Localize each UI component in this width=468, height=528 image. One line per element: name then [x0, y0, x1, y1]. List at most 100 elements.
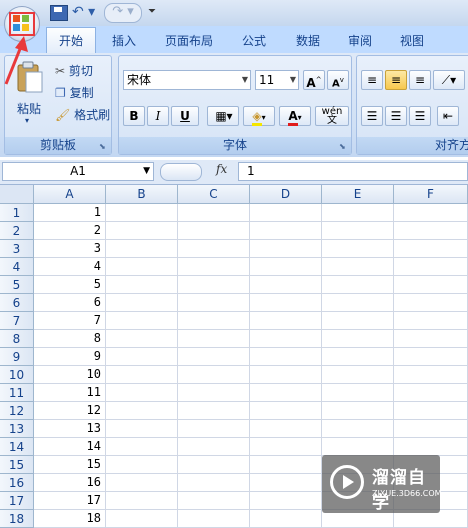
- row-header[interactable]: 6: [0, 294, 34, 312]
- cell[interactable]: [106, 222, 178, 240]
- font-name-select[interactable]: 宋体 ▼: [123, 70, 251, 90]
- decrease-indent-button[interactable]: ⇤: [437, 106, 459, 126]
- cell[interactable]: [250, 222, 322, 240]
- underline-button[interactable]: U: [171, 106, 199, 126]
- cell[interactable]: [394, 348, 468, 366]
- cell[interactable]: [394, 330, 468, 348]
- row-header[interactable]: 7: [0, 312, 34, 330]
- font-color-button[interactable]: A▾: [279, 106, 311, 126]
- row-header[interactable]: 15: [0, 456, 34, 474]
- cell[interactable]: [178, 330, 250, 348]
- cell-a[interactable]: 3: [34, 240, 106, 258]
- cell[interactable]: [394, 204, 468, 222]
- cell[interactable]: [178, 492, 250, 510]
- cell[interactable]: [106, 312, 178, 330]
- cell[interactable]: [106, 204, 178, 222]
- cell[interactable]: [394, 276, 468, 294]
- format-painter-button[interactable]: 🖌 格式刷: [55, 106, 110, 123]
- column-header[interactable]: D: [250, 185, 322, 204]
- row-header[interactable]: 8: [0, 330, 34, 348]
- cell-a[interactable]: 14: [34, 438, 106, 456]
- name-box[interactable]: A1 ▼: [2, 162, 154, 181]
- borders-button[interactable]: ▦ ▾: [207, 106, 239, 126]
- cell-a[interactable]: 7: [34, 312, 106, 330]
- align-right-button[interactable]: ☰: [409, 106, 431, 126]
- cell[interactable]: [106, 276, 178, 294]
- cell[interactable]: [178, 276, 250, 294]
- cell-a[interactable]: 1: [34, 204, 106, 222]
- select-all-button[interactable]: [0, 185, 34, 204]
- align-top-button[interactable]: ≡: [361, 70, 383, 90]
- cell[interactable]: [250, 240, 322, 258]
- orientation-button[interactable]: ⟋▾: [433, 70, 465, 90]
- save-icon[interactable]: [50, 5, 68, 21]
- cell[interactable]: [178, 474, 250, 492]
- cell[interactable]: [250, 348, 322, 366]
- cell[interactable]: [106, 492, 178, 510]
- column-header[interactable]: B: [106, 185, 178, 204]
- cell[interactable]: [178, 366, 250, 384]
- cell[interactable]: [322, 348, 394, 366]
- row-header[interactable]: 11: [0, 384, 34, 402]
- undo-button[interactable]: ↶ ▾: [72, 3, 102, 21]
- dialog-launcher-icon[interactable]: ⬊: [339, 142, 348, 151]
- cell[interactable]: [322, 330, 394, 348]
- column-header[interactable]: A: [34, 185, 106, 204]
- row-header[interactable]: 13: [0, 420, 34, 438]
- cell[interactable]: [322, 402, 394, 420]
- cell[interactable]: [106, 402, 178, 420]
- row-header[interactable]: 17: [0, 492, 34, 510]
- cell[interactable]: [106, 348, 178, 366]
- redo-button[interactable]: ↷ ▾: [104, 3, 142, 23]
- formula-expand-handle[interactable]: [160, 163, 202, 181]
- customize-qat-button[interactable]: ⏷: [148, 3, 158, 21]
- cell[interactable]: [178, 456, 250, 474]
- row-header[interactable]: 9: [0, 348, 34, 366]
- fill-color-button[interactable]: ◈▾: [243, 106, 275, 126]
- cell-a[interactable]: 13: [34, 420, 106, 438]
- cell[interactable]: [322, 222, 394, 240]
- cut-button[interactable]: ✂ 剪切: [55, 62, 93, 79]
- row-header[interactable]: 1: [0, 204, 34, 222]
- dialog-launcher-icon[interactable]: ⬊: [99, 142, 108, 151]
- cell[interactable]: [250, 402, 322, 420]
- cell[interactable]: [394, 438, 468, 456]
- phonetic-guide-button[interactable]: wén 文: [315, 106, 349, 126]
- cell-a[interactable]: 4: [34, 258, 106, 276]
- cell[interactable]: [322, 258, 394, 276]
- row-header[interactable]: 10: [0, 366, 34, 384]
- cell-a[interactable]: 6: [34, 294, 106, 312]
- cell[interactable]: [250, 456, 322, 474]
- cell-a[interactable]: 15: [34, 456, 106, 474]
- cell[interactable]: [322, 312, 394, 330]
- cell[interactable]: [106, 240, 178, 258]
- tab-home[interactable]: 开始: [46, 27, 96, 54]
- cell[interactable]: [178, 438, 250, 456]
- grow-font-button[interactable]: A^: [303, 70, 325, 90]
- cell[interactable]: [322, 366, 394, 384]
- align-bottom-button[interactable]: ≡: [409, 70, 431, 90]
- font-size-select[interactable]: 11 ▼: [255, 70, 299, 90]
- cell[interactable]: [106, 294, 178, 312]
- cell[interactable]: [250, 204, 322, 222]
- tab-review[interactable]: 审阅: [340, 30, 380, 52]
- cell-a[interactable]: 2: [34, 222, 106, 240]
- cell[interactable]: [106, 474, 178, 492]
- cell[interactable]: [250, 384, 322, 402]
- cell[interactable]: [394, 222, 468, 240]
- cell[interactable]: [250, 492, 322, 510]
- row-header[interactable]: 2: [0, 222, 34, 240]
- cell[interactable]: [178, 420, 250, 438]
- tab-view[interactable]: 视图: [392, 30, 432, 52]
- cell[interactable]: [106, 420, 178, 438]
- cell[interactable]: [394, 384, 468, 402]
- cell[interactable]: [106, 456, 178, 474]
- bold-button[interactable]: B: [123, 106, 145, 126]
- cell[interactable]: [178, 240, 250, 258]
- cell[interactable]: [322, 204, 394, 222]
- cell[interactable]: [250, 258, 322, 276]
- cell[interactable]: [178, 204, 250, 222]
- cell[interactable]: [106, 258, 178, 276]
- cell[interactable]: [322, 438, 394, 456]
- cell[interactable]: [178, 402, 250, 420]
